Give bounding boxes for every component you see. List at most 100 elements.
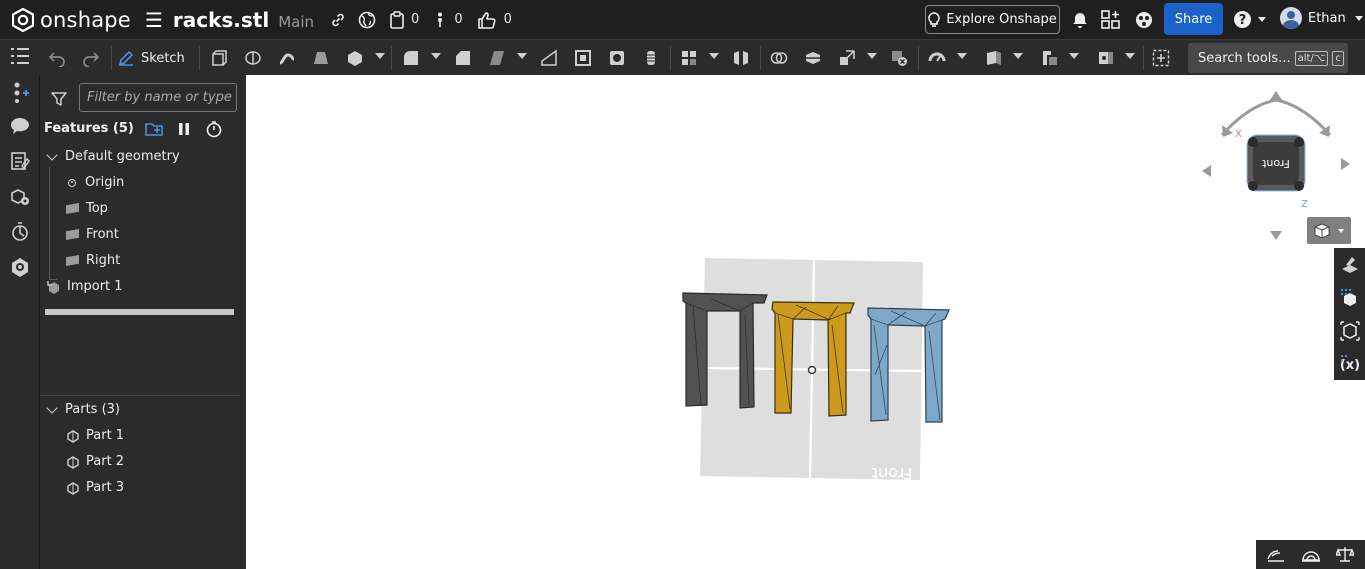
measure-icon[interactable] bbox=[9, 221, 31, 243]
rotate-left-arrow[interactable] bbox=[1220, 98, 1277, 137]
link-icon[interactable] bbox=[330, 12, 346, 28]
default-geometry-folder[interactable]: Default geometry bbox=[46, 148, 180, 164]
transform-icon[interactable] bbox=[838, 49, 856, 67]
chevron-down-icon[interactable] bbox=[431, 53, 441, 59]
mass-properties-icon[interactable] bbox=[1301, 546, 1321, 562]
user-menu[interactable]: Ethan bbox=[1280, 7, 1363, 29]
comments-icon[interactable] bbox=[9, 115, 31, 137]
modify-icon[interactable] bbox=[928, 49, 946, 67]
boolean-icon[interactable] bbox=[770, 49, 788, 67]
draft-icon[interactable] bbox=[488, 49, 506, 67]
chevron-down-icon bbox=[1258, 17, 1266, 22]
split-icon[interactable] bbox=[804, 49, 822, 67]
help-icon: ? bbox=[1234, 11, 1251, 28]
pause-icon[interactable] bbox=[177, 121, 191, 137]
plane-icon[interactable] bbox=[985, 49, 1003, 67]
chevron-down-icon[interactable] bbox=[1125, 53, 1135, 59]
surface-icon[interactable] bbox=[1097, 49, 1115, 67]
rotate-down-arrow[interactable] bbox=[1270, 231, 1282, 240]
feature-toolbar: Sketch Search tools... alt/⌥ c bbox=[0, 39, 1365, 75]
like-button[interactable]: 0 bbox=[477, 11, 512, 29]
share-button[interactable]: Share bbox=[1164, 3, 1223, 35]
toolbar-divider bbox=[111, 46, 112, 70]
notification-bell-icon[interactable] bbox=[1071, 11, 1089, 33]
front-plane-label: Front bbox=[872, 464, 912, 483]
mate-connector-icon[interactable] bbox=[1267, 546, 1285, 562]
analysis-icon[interactable] bbox=[9, 256, 31, 278]
feature-item-label: Right bbox=[86, 253, 121, 268]
chevron-down-icon[interactable] bbox=[867, 53, 877, 59]
redo-icon[interactable] bbox=[82, 49, 100, 67]
chevron-down-icon[interactable] bbox=[1013, 53, 1023, 59]
hole-icon[interactable] bbox=[608, 49, 626, 67]
part-item[interactable]: Part 1 bbox=[66, 428, 124, 443]
revolve-icon[interactable] bbox=[244, 49, 262, 67]
appearance-icon[interactable] bbox=[1340, 255, 1360, 275]
chevron-down-icon[interactable] bbox=[517, 53, 527, 59]
rotate-left-small-arrow[interactable] bbox=[1202, 165, 1211, 177]
chevron-down-icon[interactable] bbox=[375, 53, 385, 59]
chevron-down-icon bbox=[46, 148, 58, 161]
feature-list-icon[interactable] bbox=[9, 45, 31, 67]
undo-icon[interactable] bbox=[48, 49, 66, 67]
rotate-up-arrow[interactable] bbox=[1270, 91, 1282, 100]
instances-icon[interactable] bbox=[9, 81, 31, 103]
fillet-icon[interactable] bbox=[402, 49, 420, 67]
feature-item-front[interactable]: Front bbox=[66, 227, 119, 242]
named-views-icon[interactable] bbox=[1340, 321, 1360, 341]
add-folder-icon[interactable] bbox=[145, 121, 165, 137]
part-item[interactable]: Part 2 bbox=[66, 454, 124, 469]
mirror-icon[interactable] bbox=[732, 49, 750, 67]
menu-icon[interactable]: ☰ bbox=[145, 8, 163, 32]
search-tools-button[interactable]: Search tools... alt/⌥ c bbox=[1188, 43, 1348, 73]
branch-name[interactable]: Main bbox=[278, 13, 314, 31]
versions-button[interactable]: 0 bbox=[389, 10, 419, 29]
help-menu[interactable]: ? bbox=[1233, 10, 1266, 29]
apps-grid-icon[interactable] bbox=[1101, 10, 1121, 34]
filter-input[interactable]: Filter by name or type bbox=[79, 83, 237, 112]
chamfer-icon[interactable] bbox=[454, 49, 472, 67]
filter-icon[interactable] bbox=[51, 91, 67, 107]
thread-icon[interactable] bbox=[642, 49, 660, 67]
balance-scale-icon[interactable] bbox=[1336, 545, 1354, 563]
chevron-down-icon[interactable] bbox=[957, 53, 967, 59]
graphics-viewport[interactable]: Front Front X Z bbox=[246, 75, 1365, 569]
rib-icon[interactable] bbox=[540, 49, 558, 67]
origin-marker[interactable] bbox=[807, 365, 817, 375]
explore-onshape-button[interactable]: Explore Onshape bbox=[925, 5, 1060, 34]
sheet-metal-icon[interactable] bbox=[1041, 49, 1059, 67]
panel-divider bbox=[40, 395, 240, 396]
feature-item-top[interactable]: Top bbox=[66, 201, 108, 216]
notes-icon[interactable] bbox=[9, 150, 31, 172]
onshape-logo[interactable]: onshape bbox=[12, 7, 131, 32]
feature-item-import[interactable]: Import 1 bbox=[46, 279, 123, 294]
thicken-icon[interactable] bbox=[346, 49, 364, 67]
comments-button[interactable]: 0 bbox=[437, 12, 463, 28]
stopwatch-icon[interactable] bbox=[205, 120, 223, 138]
feature-item-right[interactable]: Right bbox=[66, 253, 120, 268]
shell-icon[interactable] bbox=[574, 49, 592, 67]
learning-center-icon[interactable] bbox=[1134, 10, 1154, 34]
pattern-icon[interactable] bbox=[680, 49, 698, 67]
view-options-button[interactable] bbox=[1307, 217, 1351, 244]
rollback-bar[interactable] bbox=[45, 309, 234, 315]
sweep-icon[interactable] bbox=[278, 49, 296, 67]
model-canvas[interactable]: Front Front X Z bbox=[246, 75, 1365, 569]
part-item[interactable]: Part 3 bbox=[66, 480, 124, 495]
chevron-down-icon[interactable] bbox=[709, 53, 719, 59]
extrude-icon[interactable] bbox=[210, 49, 228, 67]
configurations-icon[interactable] bbox=[9, 186, 31, 208]
rotate-right-arrow[interactable] bbox=[1275, 98, 1332, 137]
chevron-down-icon[interactable] bbox=[1069, 53, 1079, 59]
delete-part-icon[interactable] bbox=[890, 49, 908, 67]
rotate-right-small-arrow[interactable] bbox=[1341, 158, 1350, 170]
globe-icon[interactable] bbox=[358, 11, 376, 29]
add-custom-feature-icon[interactable] bbox=[1152, 49, 1170, 67]
parts-folder[interactable]: Parts (3) bbox=[46, 401, 120, 417]
section-view-icon[interactable] bbox=[1340, 288, 1360, 308]
sketch-button[interactable]: Sketch bbox=[117, 44, 185, 72]
variables-icon[interactable]: (x) bbox=[1340, 354, 1360, 374]
document-name[interactable]: racks.stl bbox=[173, 8, 269, 32]
loft-icon[interactable] bbox=[312, 49, 330, 67]
feature-item-origin[interactable]: Origin bbox=[68, 175, 124, 190]
